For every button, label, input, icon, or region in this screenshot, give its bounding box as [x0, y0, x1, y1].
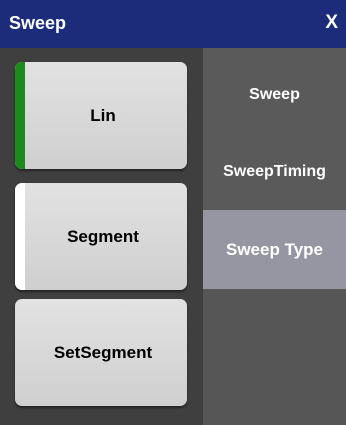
selected-indicator [15, 62, 25, 169]
sweep-dialog: Sweep X Lin Segment SetSegment Sweep Swe… [0, 0, 346, 425]
tab-sweeptiming[interactable]: SweepTiming [203, 163, 346, 181]
title-bar: Sweep X [0, 0, 346, 48]
tab-sweep[interactable]: Sweep [203, 86, 346, 104]
option-indicator [15, 183, 25, 290]
tab-sweep-type[interactable]: Sweep Type [203, 210, 346, 289]
lin-button[interactable]: Lin [15, 62, 187, 169]
tab-group [203, 48, 346, 210]
setsegment-button-label: SetSegment [53, 342, 153, 362]
lin-button-label: Lin [90, 105, 116, 125]
sweep-type-options: Lin Segment SetSegment [0, 48, 203, 425]
close-button[interactable]: X [325, 12, 338, 34]
tab-panel-filler [203, 289, 346, 425]
segment-button-label: Segment [67, 226, 139, 246]
dialog-title: Sweep [9, 13, 67, 33]
setsegment-button[interactable]: SetSegment [15, 299, 187, 406]
segment-button[interactable]: Segment [15, 183, 187, 290]
tab-panel: Sweep SweepTiming Sweep Type [203, 48, 346, 425]
